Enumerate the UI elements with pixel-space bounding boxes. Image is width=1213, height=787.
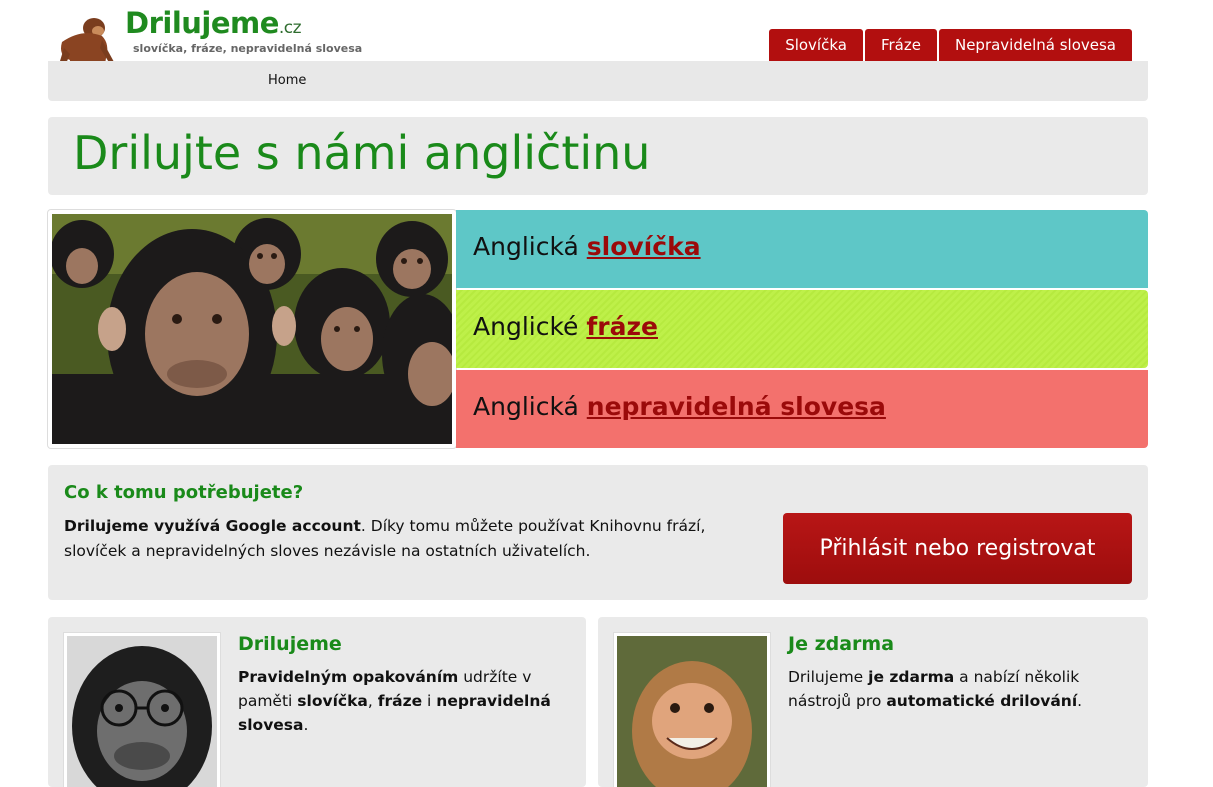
- chimp-glasses-photo-frame: [64, 633, 220, 787]
- login-box: Co k tomu potřebujete? Drilujeme využívá…: [48, 465, 1148, 600]
- link-slovicka[interactable]: slovíčka: [587, 232, 701, 261]
- logo-tagline: slovíčka, fráze, nepravidelná slovesa: [133, 42, 363, 55]
- breadcrumb-home-link[interactable]: Home: [268, 73, 306, 88]
- logo-tld: .cz: [278, 18, 302, 38]
- logo-title-text: Drilujeme: [125, 6, 279, 40]
- category-fraze-text: Anglické fráze: [473, 312, 658, 341]
- card-text-part: .: [303, 716, 309, 734]
- logo-title[interactable]: Drilujeme.cz: [125, 6, 302, 40]
- monkey-smile-photo-frame: [614, 633, 770, 787]
- link-nepravidelna-slovesa[interactable]: nepravidelná slovesa: [587, 392, 886, 421]
- chimpanzees-photo: [52, 214, 452, 444]
- card-title-je-zdarma: Je zdarma: [788, 633, 895, 655]
- link-fraze[interactable]: fráze: [586, 312, 658, 341]
- card-text-part: i: [422, 692, 437, 710]
- feature-card-je-zdarma: Je zdarma Drilujeme je zdarma a nabízí n…: [598, 617, 1148, 787]
- card-text-part: .: [1077, 692, 1083, 710]
- card-text-part: je zdarma: [868, 668, 955, 686]
- login-register-button[interactable]: Přihlásit nebo registrovat: [783, 513, 1132, 584]
- monkey-smile-photo: [617, 636, 767, 787]
- category-nepravidelna-slovesa: Anglická nepravidelná slovesa: [456, 370, 1148, 448]
- card-text-drilujeme: Pravidelným opakováním udržíte v paměti …: [238, 665, 573, 737]
- card-title-drilujeme: Drilujeme: [238, 633, 342, 655]
- card-text-part: fráze: [377, 692, 423, 710]
- nav-tab-nepravidelna-slovesa[interactable]: Nepravidelná slovesa: [938, 29, 1132, 61]
- login-text-bold: Drilujeme využívá Google account: [64, 517, 361, 535]
- category-nepravidelna-slovesa-text: Anglická nepravidelná slovesa: [473, 392, 886, 421]
- category-slovicka: Anglická slovíčka: [456, 210, 1148, 288]
- chimp-glasses-photo: [67, 636, 217, 787]
- card-text-part: Drilujeme: [788, 668, 869, 686]
- card-text-part: Pravidelným opakováním: [238, 668, 459, 686]
- category-prefix: Anglické: [473, 312, 579, 341]
- card-text-je-zdarma: Drilujeme je zdarma a nabízí několik nás…: [788, 665, 1123, 713]
- nav-tab-fraze[interactable]: Fráze: [864, 29, 937, 61]
- card-text-part: automatické drilování: [886, 692, 1078, 710]
- nav-tab-slovicka[interactable]: Slovíčka: [769, 29, 863, 61]
- category-prefix: Anglická: [473, 232, 579, 261]
- login-description: Drilujeme využívá Google account. Díky t…: [64, 514, 744, 564]
- nav-bar: Home: [48, 61, 1148, 101]
- category-fraze: Anglické fráze: [456, 290, 1148, 368]
- feature-card-drilujeme: Drilujeme Pravidelným opakováním udržíte…: [48, 617, 586, 787]
- page-title: Drilujte s námi angličtinu: [73, 126, 651, 180]
- chimpanzees-photo-frame: [48, 210, 456, 448]
- login-heading: Co k tomu potřebujete?: [64, 482, 304, 503]
- category-prefix: Anglická: [473, 392, 579, 421]
- card-text-part: ,: [367, 692, 378, 710]
- category-slovicka-text: Anglická slovíčka: [473, 232, 701, 261]
- card-text-part: slovíčka: [297, 692, 368, 710]
- main-nav: Slovíčka Fráze Nepravidelná slovesa: [769, 29, 1132, 61]
- hero-banner: Drilujte s námi angličtinu: [48, 117, 1148, 195]
